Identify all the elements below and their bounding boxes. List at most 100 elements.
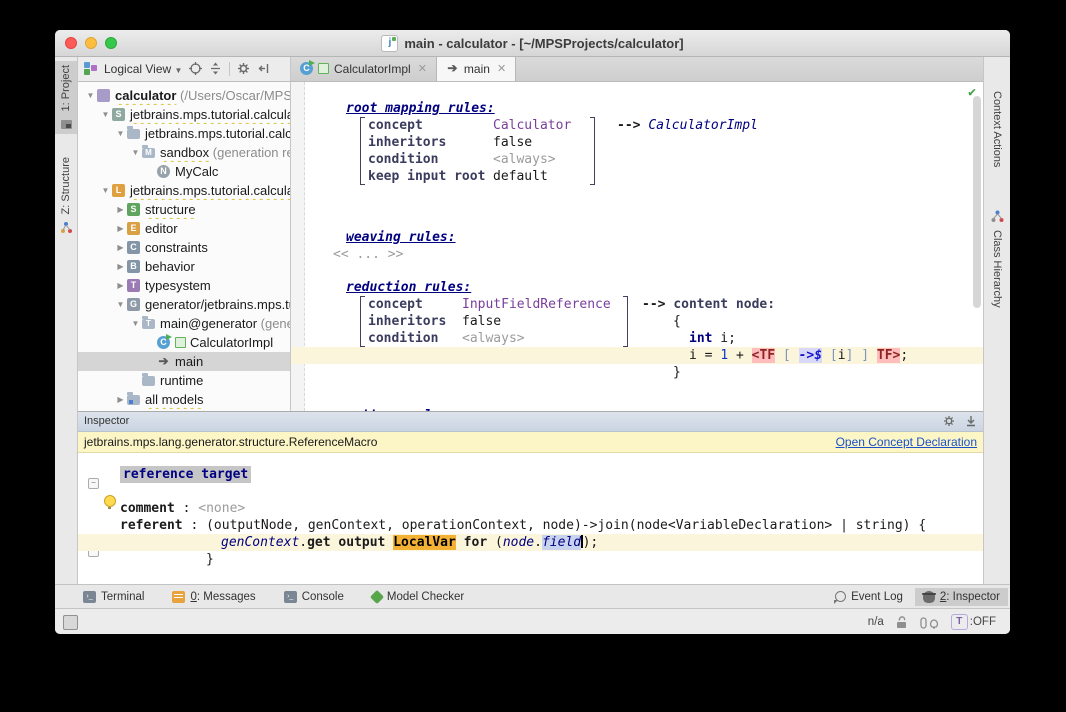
inspector-editor[interactable]: − − reference target comment : <none> re…: [78, 453, 983, 584]
tree-row-typesystem[interactable]: ▶Ttypesystem: [78, 276, 290, 295]
zoom-window-button[interactable]: [105, 37, 117, 49]
reference-macro-token: ->$: [799, 348, 822, 363]
tree-row-sandbox[interactable]: ▼Msandbox (generation required): [78, 143, 290, 162]
messages-icon: [172, 591, 185, 603]
inspector-icon: [923, 591, 935, 603]
tab-calculatorimpl[interactable]: C CalculatorImpl ✕: [291, 57, 437, 81]
hide-panel-icon[interactable]: [965, 415, 977, 427]
fold-marker-icon[interactable]: −: [88, 478, 99, 489]
close-window-button[interactable]: [65, 37, 77, 49]
inspector-panel: Inspector jetbrains.mps.lang.generator.s…: [78, 411, 983, 584]
model-checker-button[interactable]: Model Checker: [372, 591, 464, 603]
folder-icon: [142, 376, 155, 386]
root-node-icon: [175, 337, 186, 348]
window-file-icon: j: [381, 35, 398, 52]
minimize-window-button[interactable]: [85, 37, 97, 49]
referent-body-line[interactable]: genContext.get output LocalVar for (node…: [120, 534, 983, 551]
tree-row-behavior[interactable]: ▶Bbehavior: [78, 257, 290, 276]
bracket-left: [360, 117, 365, 185]
tree-row-structure[interactable]: ▶Sstructure: [78, 200, 290, 219]
editor-aspect-icon: E: [127, 222, 140, 235]
macro-line[interactable]: i = 1 + <TF [ ->$ [i] ] TF>;: [642, 347, 908, 364]
concept-banner: jetbrains.mps.lang.generator.structure.R…: [78, 432, 983, 453]
node-icon: N: [157, 165, 170, 178]
toolwindow-tab-class-hierarchy[interactable]: Class Hierarchy: [984, 207, 1010, 312]
model-checker-icon: [370, 589, 384, 603]
event-log-button[interactable]: Event Log: [835, 591, 903, 603]
tree-row-runtime[interactable]: runtime: [78, 371, 290, 390]
view-selector[interactable]: Logical View ▼: [104, 62, 182, 76]
editor-pane[interactable]: ✔ root mapping rules: conceptCalculator …: [291, 82, 983, 411]
root-mapping-rule[interactable]: conceptCalculator inheritorsfalse condit…: [360, 117, 983, 185]
pattern-rules-header[interactable]: pattern rules:: [346, 407, 983, 411]
reduction-rule[interactable]: conceptInputFieldReference inheritorsfal…: [360, 296, 983, 381]
logical-view-icon: [84, 62, 97, 75]
tree-row-mycalc[interactable]: NMyCalc: [78, 162, 290, 181]
folder-icon: [127, 129, 140, 139]
tree-row-editor[interactable]: ▶Eeditor: [78, 219, 290, 238]
position-indicator: n/a: [868, 616, 884, 628]
project-tree: ▼calculator (/Users/Oscar/MPSProjects/ca…: [78, 82, 291, 411]
generator-icon: G: [127, 298, 140, 311]
project-toolwindow-icon: [60, 118, 73, 131]
inspector-title: Inspector: [84, 415, 129, 427]
locate-icon[interactable]: [189, 62, 202, 75]
tree-row-calculator[interactable]: ▼calculator (/Users/Oscar/MPSProjects/ca…: [78, 86, 290, 105]
language-icon: L: [112, 184, 125, 197]
left-tool-stripe: 1: Project Z: Structure: [55, 57, 78, 584]
tree-row-all-models[interactable]: ▶all models: [78, 390, 290, 409]
main-node-icon: ➔: [446, 62, 459, 75]
window-title: main - calculator - [~/MPSProjects/calcu…: [404, 36, 683, 51]
mapping-config-icon: ➔: [157, 355, 170, 368]
close-tab-icon[interactable]: ✕: [418, 62, 427, 75]
comment-line[interactable]: comment : <none>: [120, 500, 983, 517]
gear-icon[interactable]: [237, 62, 250, 75]
tree-row-constraints[interactable]: ▶Cconstraints: [78, 238, 290, 257]
terminal-icon: ›_: [83, 591, 96, 603]
inspector-button[interactable]: 2: Inspector: [915, 588, 1008, 606]
gear-icon[interactable]: [943, 415, 955, 427]
tree-row-language[interactable]: ▼Ljetbrains.mps.tutorial.calculator: [78, 181, 290, 200]
toolwindow-quick-access-icon[interactable]: [63, 615, 78, 630]
tree-row-solution[interactable]: ▼Sjetbrains.mps.tutorial.calculator: [78, 105, 290, 124]
referent-line[interactable]: referent : (outputNode, genContext, oper…: [120, 517, 983, 534]
chevron-down-icon: ▼: [175, 66, 183, 75]
toolwindow-tab-structure[interactable]: Z: Structure: [55, 153, 77, 237]
localvar-token: LocalVar: [393, 535, 456, 550]
hide-panel-icon[interactable]: [257, 62, 270, 75]
terminal-button[interactable]: ›_Terminal: [83, 591, 144, 603]
intention-bulb-icon[interactable]: [104, 495, 116, 507]
lock-icon[interactable]: [896, 616, 907, 629]
tree-row-calculatorimpl[interactable]: CCalculatorImpl: [78, 333, 290, 352]
toolwindow-tab-context-actions[interactable]: Context Actions: [984, 87, 1010, 171]
weaving-rules-body[interactable]: << ... >>: [333, 246, 983, 263]
tree-row-package[interactable]: ▼jetbrains.mps.tutorial.calculator: [78, 124, 290, 143]
concept-fqn: jetbrains.mps.lang.generator.structure.R…: [84, 435, 377, 449]
status-bar: n/a T :OFF: [55, 608, 1010, 634]
reference-target-cell[interactable]: reference target: [120, 466, 983, 483]
typesystem-off-label: :OFF: [970, 616, 996, 628]
messages-button[interactable]: 0: Messages: [172, 591, 255, 603]
reduction-rules-header[interactable]: reduction rules:: [346, 279, 983, 296]
tab-main[interactable]: ➔ main ✕: [437, 57, 516, 81]
structure-toolwindow-icon: [60, 221, 73, 234]
bracket-left: [360, 296, 365, 347]
collapse-all-icon[interactable]: [209, 62, 222, 75]
console-button[interactable]: ›_Console: [284, 591, 344, 603]
tree-row-generator[interactable]: ▼Ggenerator/jetbrains.mps.tutorial.calcu…: [78, 295, 290, 314]
calculator-impl-icon: C: [300, 62, 313, 75]
weaving-rules-header[interactable]: weaving rules:: [346, 229, 983, 246]
open-concept-declaration-link[interactable]: Open Concept Declaration: [836, 435, 977, 449]
root-mapping-rules-header[interactable]: root mapping rules:: [346, 100, 983, 117]
toolwindow-tab-project[interactable]: 1: Project: [55, 61, 77, 134]
toolwindow-bar: ›_Terminal 0: Messages ›_Console Model C…: [55, 584, 1010, 608]
constraints-aspect-icon: C: [127, 241, 140, 254]
tree-row-main-selected[interactable]: ➔main: [78, 352, 290, 371]
model-folder-icon: M: [142, 148, 155, 158]
mps-window: j main - calculator - [~/MPSProjects/cal…: [55, 30, 1010, 634]
project-view-toolbar: Logical View ▼: [78, 57, 291, 81]
tree-row-main-generator[interactable]: ▼Tmain@generator (generation required): [78, 314, 290, 333]
close-tab-icon[interactable]: ✕: [497, 62, 506, 75]
hector-icon[interactable]: [919, 616, 939, 629]
typesystem-toggle-icon[interactable]: T: [951, 614, 968, 630]
